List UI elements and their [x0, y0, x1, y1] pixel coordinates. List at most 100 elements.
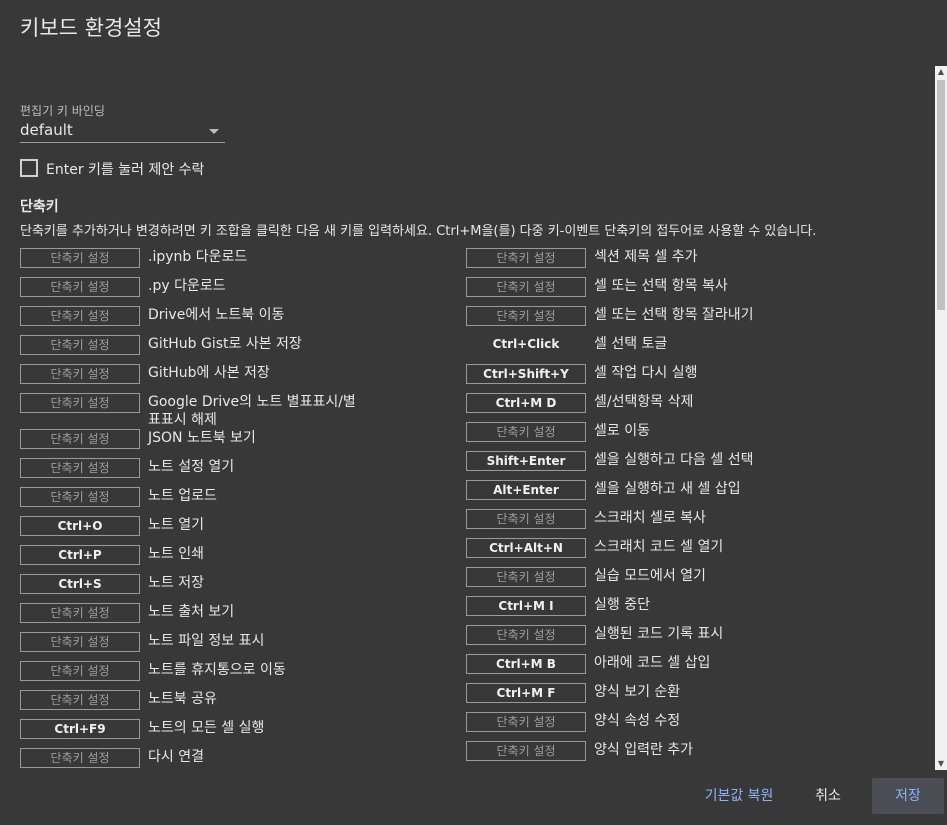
save-button[interactable]: 저장 — [872, 778, 944, 814]
editor-keybinding-value: default — [20, 121, 73, 139]
shortcut-action-label: 노트 업로드 — [148, 488, 217, 504]
shortcut-key-button[interactable]: 단축키 설정 — [466, 741, 586, 761]
shortcut-key-button[interactable]: 단축키 설정 — [466, 509, 586, 529]
shortcut-key-button[interactable]: Shift+Enter — [466, 451, 586, 471]
editor-keybinding-label: 편집기 키 바인딩 — [20, 104, 105, 118]
shortcut-key-button[interactable]: 단축키 설정 — [466, 712, 586, 732]
shortcut-action-label: 셀을 실행하고 새 셀 삽입 — [594, 481, 741, 497]
shortcut-action-label: 노트 인쇄 — [148, 546, 204, 562]
shortcut-key-button[interactable]: Ctrl+Click — [466, 335, 586, 355]
shortcut-row: 단축키 설정 Google Drive의 노트 별표표시/별표표시 해제 — [20, 393, 460, 429]
shortcut-action-label: 노트 열기 — [148, 517, 204, 533]
shortcut-row: Ctrl+Click 셀 선택 토글 — [466, 335, 926, 364]
shortcut-action-label: 노트를 휴지통으로 이동 — [148, 662, 286, 678]
shortcut-row: 단축키 설정 셀 또는 선택 항목 잘라내기 — [466, 306, 926, 335]
shortcut-action-label: GitHub Gist로 사본 저장 — [148, 336, 302, 352]
shortcut-row: Ctrl+M F 양식 보기 순환 — [466, 683, 926, 712]
shortcuts-right-column: 단축키 설정 섹션 제목 셀 추가 단축키 설정 셀 또는 선택 항목 복사 단축키 설… — [466, 248, 926, 770]
shortcut-row: Ctrl+S 노트 저장 — [20, 574, 460, 603]
shortcut-row: Ctrl+O 노트 열기 — [20, 516, 460, 545]
shortcut-row: Alt+Enter 셀을 실행하고 새 셀 삽입 — [466, 480, 926, 509]
shortcut-action-label: 실습 모드에서 열기 — [594, 568, 706, 584]
shortcut-key-button[interactable]: Ctrl+S — [20, 574, 140, 594]
shortcut-action-label: 셀을 실행하고 다음 셀 선택 — [594, 452, 754, 468]
shortcut-key-button[interactable]: Ctrl+Shift+Y — [466, 364, 586, 384]
shortcut-action-label: .py 다운로드 — [148, 278, 226, 294]
shortcut-key-button[interactable]: 단축키 설정 — [20, 335, 140, 355]
shortcut-key-button[interactable]: 단축키 설정 — [466, 277, 586, 297]
shortcut-action-label: 노트 설정 열기 — [148, 459, 235, 475]
shortcut-row: 단축키 설정 섹션 제목 셀 추가 — [466, 248, 926, 277]
shortcut-key-button[interactable]: 단축키 설정 — [466, 248, 586, 268]
shortcut-row: 단축키 설정 JSON 노트북 보기 — [20, 429, 460, 458]
shortcut-key-button[interactable]: Alt+Enter — [466, 480, 586, 500]
shortcut-key-button[interactable]: Ctrl+M D — [466, 393, 586, 413]
shortcut-key-button[interactable]: Ctrl+P — [20, 545, 140, 565]
shortcut-row: Ctrl+M B 아래에 코드 셀 삽입 — [466, 654, 926, 683]
shortcut-key-button[interactable]: 단축키 설정 — [20, 429, 140, 449]
shortcut-key-button[interactable]: 단축키 설정 — [466, 625, 586, 645]
shortcut-key-button[interactable]: 단축키 설정 — [20, 393, 140, 413]
shortcut-key-button[interactable]: 단축키 설정 — [20, 661, 140, 681]
dialog-footer: 기본값 복원 취소 저장 — [0, 770, 947, 825]
shortcut-key-button[interactable]: 단축키 설정 — [20, 458, 140, 478]
shortcut-row: 단축키 설정 셀 또는 선택 항목 복사 — [466, 277, 926, 306]
shortcut-key-button[interactable]: 단축키 설정 — [20, 603, 140, 623]
shortcut-row: 단축키 설정 노트 업로드 — [20, 487, 460, 516]
shortcut-action-label: 노트북 공유 — [148, 691, 217, 707]
scrollbar-thumb[interactable] — [937, 80, 945, 310]
shortcut-action-label: 노트 저장 — [148, 575, 204, 591]
shortcut-action-label: 양식 보기 순환 — [594, 684, 681, 700]
shortcut-key-button[interactable]: Ctrl+F9 — [20, 719, 140, 739]
restore-defaults-button[interactable]: 기본값 복원 — [694, 778, 784, 814]
shortcut-action-label: 실행된 코드 기록 표시 — [594, 626, 724, 642]
settings-content: 편집기 키 바인딩 default Enter 키를 눌러 제안 수락 단축키 … — [0, 66, 935, 770]
shortcut-row: Ctrl+F9 노트의 모든 셀 실행 — [20, 719, 460, 748]
shortcut-row: 단축키 설정 노트북 공유 — [20, 690, 460, 719]
scroll-down-icon[interactable]: ▼ — [935, 758, 947, 770]
shortcut-key-button[interactable]: 단축키 설정 — [20, 690, 140, 710]
shortcut-action-label: 스크래치 코드 셀 열기 — [594, 539, 724, 555]
shortcut-key-button[interactable]: 단축키 설정 — [20, 306, 140, 326]
shortcut-action-label: .ipynb 다운로드 — [148, 249, 248, 265]
editor-keybinding-select[interactable]: default — [20, 120, 225, 143]
shortcut-action-label: 아래에 코드 셀 삽입 — [594, 655, 711, 671]
shortcut-action-label: Google Drive의 노트 별표표시/별표표시 해제 — [148, 394, 356, 428]
shortcut-key-button[interactable]: 단축키 설정 — [20, 248, 140, 268]
shortcut-key-button[interactable]: 단축키 설정 — [20, 364, 140, 384]
shortcut-key-button[interactable]: 단축키 설정 — [20, 748, 140, 768]
shortcut-row: 단축키 설정 GitHub에 사본 저장 — [20, 364, 460, 393]
shortcut-row: 단축키 설정 양식 속성 수정 — [466, 712, 926, 741]
cancel-button[interactable]: 취소 — [800, 778, 856, 814]
shortcut-action-label: 섹션 제목 셀 추가 — [594, 249, 698, 265]
shortcut-key-button[interactable]: 단축키 설정 — [20, 632, 140, 652]
shortcut-key-button[interactable]: 단축키 설정 — [20, 277, 140, 297]
shortcut-row: 단축키 설정 Drive에서 노트북 이동 — [20, 306, 460, 335]
shortcut-row: Shift+Enter 셀을 실행하고 다음 셀 선택 — [466, 451, 926, 480]
shortcuts-description: 단축키를 추가하거나 변경하려면 키 조합을 클릭한 다음 새 키를 입력하세요… — [20, 224, 817, 239]
shortcut-key-button[interactable]: Ctrl+M I — [466, 596, 586, 616]
shortcut-row: 단축키 설정 .ipynb 다운로드 — [20, 248, 460, 277]
shortcut-row: 단축키 설정 다시 연결 — [20, 748, 460, 770]
shortcut-key-button[interactable]: 단축키 설정 — [20, 487, 140, 507]
dropdown-arrow-icon — [209, 129, 219, 134]
shortcut-key-button[interactable]: Ctrl+Alt+N — [466, 538, 586, 558]
vertical-scrollbar[interactable]: ▲ ▼ — [935, 66, 947, 770]
shortcut-row: 단축키 설정 양식 입력란 추가 — [466, 741, 926, 770]
shortcut-key-button[interactable]: 단축키 설정 — [466, 422, 586, 442]
shortcut-action-label: 노트 출처 보기 — [148, 604, 235, 620]
suggest-accept-label: Enter 키를 눌러 제안 수락 — [46, 162, 205, 178]
shortcut-row: 단축키 설정 셀로 이동 — [466, 422, 926, 451]
shortcut-key-button[interactable]: 단축키 설정 — [466, 567, 586, 587]
shortcut-row: Ctrl+M I 실행 중단 — [466, 596, 926, 625]
suggest-accept-checkbox[interactable] — [20, 159, 38, 177]
shortcut-action-label: 셀/선택항목 삭제 — [594, 394, 694, 410]
scroll-up-icon[interactable]: ▲ — [935, 66, 947, 78]
shortcut-row: 단축키 설정 GitHub Gist로 사본 저장 — [20, 335, 460, 364]
shortcut-row: 단축키 설정 노트 파일 정보 표시 — [20, 632, 460, 661]
shortcut-key-button[interactable]: Ctrl+O — [20, 516, 140, 536]
shortcut-row: 단축키 설정 실습 모드에서 열기 — [466, 567, 926, 596]
shortcut-key-button[interactable]: Ctrl+M F — [466, 683, 586, 703]
shortcut-key-button[interactable]: 단축키 설정 — [466, 306, 586, 326]
shortcut-key-button[interactable]: Ctrl+M B — [466, 654, 586, 674]
